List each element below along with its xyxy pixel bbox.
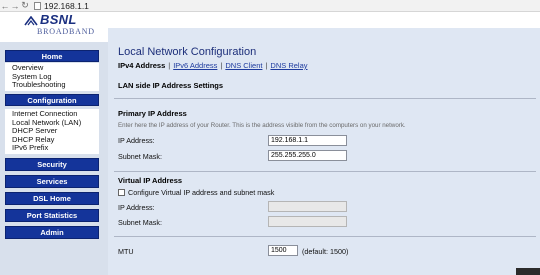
sidebar-item-troubleshooting[interactable]: Troubleshooting bbox=[12, 81, 99, 90]
url-text[interactable]: 192.168.1.1 bbox=[44, 1, 89, 11]
virtual-ip-checkbox[interactable] bbox=[118, 189, 125, 196]
virtual-ip-checkbox-label[interactable]: Configure Virtual IP address and subnet … bbox=[128, 188, 274, 197]
main-panel: Local Network Configuration IPv4 Address… bbox=[108, 42, 540, 275]
sidebar-item-ipv6-prefix[interactable]: IPv6 Prefix bbox=[12, 144, 99, 153]
virtual-mask-label: Subnet Mask: bbox=[118, 218, 162, 227]
tab-separator: | bbox=[168, 61, 171, 70]
mtu-label: MTU bbox=[118, 247, 134, 256]
tab-ipv4-address[interactable]: IPv4 Address bbox=[118, 61, 165, 70]
sidebar-home-list: Overview System Log Troubleshooting bbox=[5, 63, 99, 91]
tab-bar: IPv4 Address | IPv6 Address | DNS Client… bbox=[118, 61, 308, 70]
sidebar-button-security[interactable]: Security bbox=[5, 158, 99, 171]
sidebar-button-port-statistics[interactable]: Port Statistics bbox=[5, 209, 99, 222]
divider bbox=[114, 236, 536, 237]
primary-ip-help: Enter here the IP address of your Router… bbox=[118, 122, 406, 129]
reload-icon[interactable]: ↻ bbox=[20, 0, 30, 11]
mtu-default-text: (default: 1500) bbox=[302, 247, 349, 256]
sidebar-button-services[interactable]: Services bbox=[5, 175, 99, 188]
primary-ip-input[interactable]: 192.168.1.1 bbox=[268, 135, 347, 146]
tab-separator: | bbox=[265, 61, 268, 70]
bsnl-logo: BSNL BROADBAND bbox=[8, 12, 108, 41]
primary-mask-input[interactable]: 255.255.255.0 bbox=[268, 150, 347, 161]
virtual-ip-input[interactable] bbox=[268, 201, 347, 212]
sidebar-title-home[interactable]: Home bbox=[5, 50, 99, 62]
divider bbox=[114, 98, 536, 99]
virtual-ip-heading: Virtual IP Address bbox=[118, 176, 183, 185]
primary-mask-label: Subnet Mask: bbox=[118, 152, 162, 161]
virtual-ip-label: IP Address: bbox=[118, 203, 155, 212]
sidebar: Home Overview System Log Troubleshooting… bbox=[0, 42, 108, 275]
sidebar-button-dsl-home[interactable]: DSL Home bbox=[5, 192, 99, 205]
tab-separator: | bbox=[220, 61, 223, 70]
section-title: LAN side IP Address Settings bbox=[118, 81, 224, 90]
mtu-input[interactable]: 1500 bbox=[268, 245, 298, 256]
primary-ip-label: IP Address: bbox=[118, 136, 155, 145]
primary-ip-heading: Primary IP Address bbox=[118, 109, 187, 118]
bsnl-logo-icon bbox=[24, 16, 38, 26]
forward-arrow-icon[interactable]: → bbox=[10, 1, 20, 11]
back-arrow-icon[interactable]: ← bbox=[0, 1, 10, 11]
scrollbar[interactable] bbox=[516, 268, 540, 275]
virtual-mask-input[interactable] bbox=[268, 216, 347, 227]
tab-dns-client[interactable]: DNS Client bbox=[225, 61, 262, 70]
logo-sub: BROADBAND bbox=[37, 27, 95, 36]
page-icon bbox=[34, 1, 41, 10]
sidebar-title-configuration[interactable]: Configuration bbox=[5, 94, 99, 106]
tab-dns-relay[interactable]: DNS Relay bbox=[270, 61, 307, 70]
sidebar-button-admin[interactable]: Admin bbox=[5, 226, 99, 239]
divider bbox=[114, 171, 536, 172]
address-bar[interactable]: 192.168.1.1 bbox=[34, 1, 89, 11]
tab-ipv6-address[interactable]: IPv6 Address bbox=[173, 61, 217, 70]
sidebar-config-list: Internet Connection Local Network (LAN) … bbox=[5, 109, 99, 154]
browser-toolbar: ← → ↻ 192.168.1.1 bbox=[0, 0, 540, 12]
logo-name: BSNL bbox=[40, 12, 77, 27]
page-title: Local Network Configuration bbox=[118, 46, 257, 58]
